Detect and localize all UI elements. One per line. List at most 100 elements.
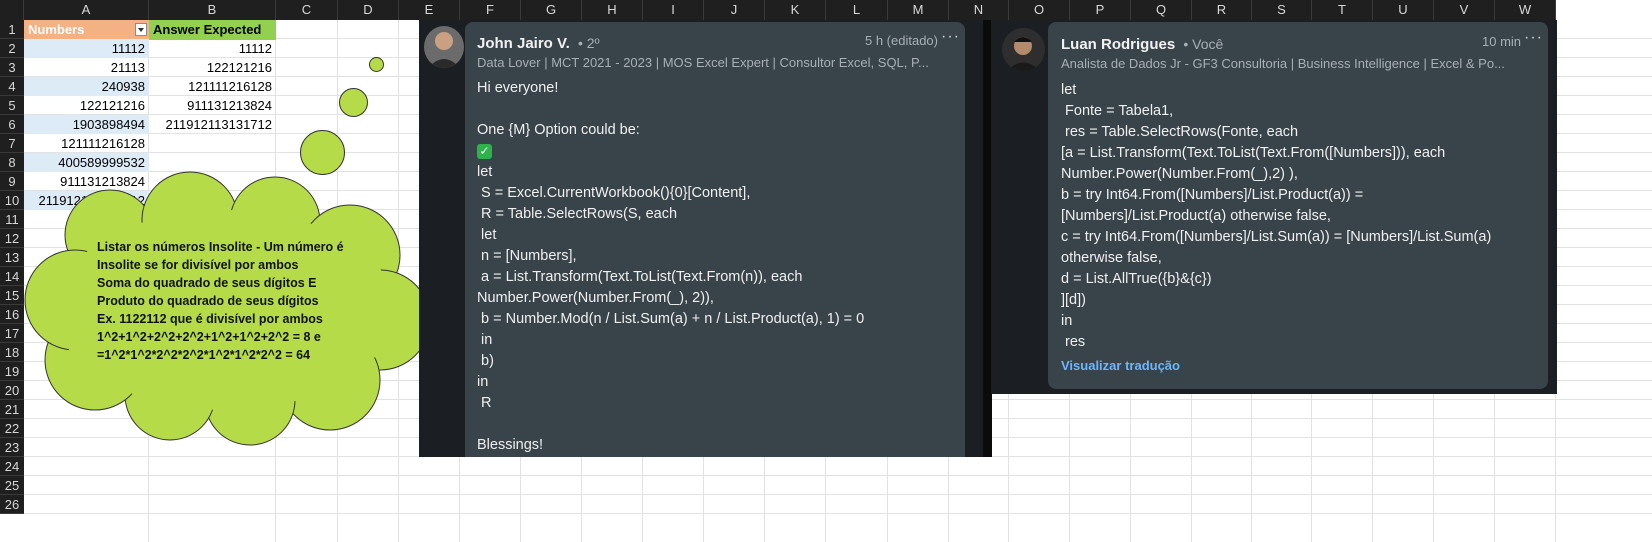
checkmark-icon: ✓ xyxy=(477,140,864,161)
numbers-header: Numbers xyxy=(28,22,85,37)
filter-dropdown-icon[interactable] xyxy=(135,23,147,36)
author-headline: Data Lover | MCT 2021 - 2023 | MOS Excel… xyxy=(477,55,929,70)
number-cell[interactable]: 121111216128 xyxy=(24,134,149,153)
cloud-line: 1^2+1^2+2^2+2^2+1^2+1^2+2^2 = 8 e xyxy=(97,330,321,344)
column-header-m[interactable]: M xyxy=(888,0,949,20)
cloud-line: Listar os números Insolite - Um número é xyxy=(97,240,344,254)
comment-card-2: Luan Rodrigues • Você 10 min ··· Analist… xyxy=(1048,22,1548,389)
luan-avatar[interactable] xyxy=(1002,28,1045,71)
author-name[interactable]: John Jairo V. • 2º xyxy=(477,35,600,52)
column-header-b[interactable]: B xyxy=(149,0,276,20)
cloud-line: Soma do quadrado de seus dígitos E xyxy=(97,276,317,290)
column-header-n[interactable]: N xyxy=(949,0,1009,20)
column-header-g[interactable]: G xyxy=(521,0,582,20)
column-header-q[interactable]: Q xyxy=(1131,0,1192,20)
timestamp: 5 h (editado) xyxy=(865,33,938,48)
row-header-7[interactable]: 7 xyxy=(0,134,24,153)
author-name[interactable]: Luan Rodrigues • Você xyxy=(1061,36,1223,53)
select-all-corner[interactable] xyxy=(0,0,24,20)
code-line: a = List.Transform(Text.ToList(Text.From… xyxy=(477,269,803,285)
column-header-w[interactable]: W xyxy=(1495,0,1556,20)
number-cell[interactable]: 11112 xyxy=(24,39,149,58)
code-line: Blessings! xyxy=(477,437,544,453)
code-line: Hi everyone! xyxy=(477,80,559,96)
more-options-icon[interactable]: ··· xyxy=(941,28,960,46)
thought-bubble-small xyxy=(369,57,384,72)
number-cell[interactable]: 21113 xyxy=(24,58,149,77)
column-header-p[interactable]: P xyxy=(1070,0,1131,20)
timestamp: 10 min xyxy=(1482,34,1522,49)
code-line: b = Number.Mod(n / List.Sum(a) + n / Lis… xyxy=(477,311,865,327)
gridline xyxy=(24,475,1652,476)
gridline xyxy=(24,494,1652,495)
connection-degree: • Você xyxy=(1183,36,1224,52)
cell-a1[interactable]: Numbers xyxy=(24,20,149,40)
code-line: let xyxy=(477,227,497,243)
column-header-j[interactable]: J xyxy=(704,0,765,20)
answer-cell[interactable]: 11112 xyxy=(149,39,276,58)
translate-link[interactable]: Visualizar tradução xyxy=(1061,358,1180,373)
gridline xyxy=(24,513,1652,514)
column-header-e[interactable]: E xyxy=(399,0,460,20)
row-header-26[interactable]: 26 xyxy=(0,495,24,514)
code-line: n = [Numbers], xyxy=(477,248,577,264)
column-header-u[interactable]: U xyxy=(1373,0,1434,20)
column-header-r[interactable]: R xyxy=(1192,0,1252,20)
answer-cell[interactable]: 911131213824 xyxy=(149,96,276,115)
comment-body: let Fonte = Tabela1, res = Table.SelectR… xyxy=(1061,82,1492,350)
cloud-text: Listar os números Insolite - Um número é… xyxy=(97,238,344,364)
column-header-v[interactable]: V xyxy=(1434,0,1495,20)
number-cell[interactable]: 1903898494 xyxy=(24,115,149,134)
code-line: in xyxy=(477,332,493,348)
row-header-6[interactable]: 6 xyxy=(0,115,24,134)
row-header-24[interactable]: 24 xyxy=(0,457,24,476)
code-line: b) xyxy=(477,353,494,369)
code-line: R xyxy=(477,395,492,411)
column-header-f[interactable]: F xyxy=(460,0,521,20)
author-headline: Analista de Dados Jr - GF3 Consultoria |… xyxy=(1061,56,1505,71)
answer-cell[interactable]: 211912113131712 xyxy=(149,115,276,134)
column-header-l[interactable]: L xyxy=(826,0,888,20)
code-line: Number.Power(Number.From(_), 2)), xyxy=(477,290,714,306)
column-header-t[interactable]: T xyxy=(1312,0,1373,20)
code-line: S = Excel.CurrentWorkbook(){0}[Content], xyxy=(477,185,751,201)
john-avatar[interactable] xyxy=(424,26,464,68)
check-emoji-icon: ✓ xyxy=(477,143,492,159)
code-line: R = Table.SelectRows(S, each xyxy=(477,206,678,222)
cloud-line: Ex. 1122112 que é divisível por ambos xyxy=(97,312,323,326)
column-header-a[interactable]: A xyxy=(24,0,149,20)
code-line: One {M} Option could be: xyxy=(477,122,640,138)
column-header-i[interactable]: I xyxy=(643,0,704,20)
comment-panel-1: John Jairo V. • 2º 5 h (editado) ··· Dat… xyxy=(419,20,991,457)
row-header-25[interactable]: 25 xyxy=(0,476,24,495)
column-header-k[interactable]: K xyxy=(765,0,826,20)
more-options-icon[interactable]: ··· xyxy=(1524,29,1543,47)
column-header-d[interactable]: D xyxy=(338,0,399,20)
row-header-2[interactable]: 2 xyxy=(0,39,24,58)
column-header-s[interactable]: S xyxy=(1252,0,1312,20)
code-line: in xyxy=(477,374,489,390)
number-cell[interactable]: 240938 xyxy=(24,77,149,96)
row-header-4[interactable]: 4 xyxy=(0,77,24,96)
comment-card-1: John Jairo V. • 2º 5 h (editado) ··· Dat… xyxy=(465,22,965,457)
connection-degree: • 2º xyxy=(577,35,600,51)
comment-body: Hi everyone! One {M} Option could be: ✓ let… xyxy=(477,77,864,455)
cloud-line: Produto do quadrado de seus dígitos xyxy=(97,294,319,308)
code-line: let xyxy=(477,164,493,180)
row-header-1[interactable]: 1 xyxy=(0,20,24,39)
column-header-o[interactable]: O xyxy=(1009,0,1070,20)
thought-bubble-medium xyxy=(339,88,368,117)
cloud-line: =1^2*1^2*2^2*2^2*1^2*1^2*2^2 = 64 xyxy=(97,348,311,362)
answer-cell[interactable]: 121111216128 xyxy=(149,77,276,96)
row-header-3[interactable]: 3 xyxy=(0,58,24,77)
column-header-c[interactable]: C xyxy=(276,0,338,20)
row-header-5[interactable]: 5 xyxy=(0,96,24,115)
number-cell[interactable]: 122121216 xyxy=(24,96,149,115)
cell-b1[interactable]: Answer Expected xyxy=(149,20,276,40)
comment-panel-2: Luan Rodrigues • Você 10 min ··· Analist… xyxy=(991,20,1557,394)
column-header-h[interactable]: H xyxy=(582,0,643,20)
cloud-line: Insolite se for divisível por ambos xyxy=(97,258,299,272)
answer-cell[interactable]: 122121216 xyxy=(149,58,276,77)
